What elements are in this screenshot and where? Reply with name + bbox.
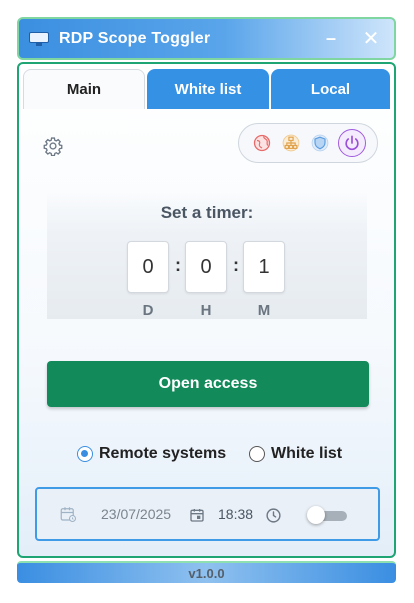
close-button[interactable]: ✕ [358,26,384,51]
radio-white-list[interactable]: White list [249,445,342,463]
monitor-icon [29,31,51,47]
radio-button[interactable] [249,446,265,462]
calendar-schedule-icon [60,507,77,523]
hours-unit-label: H [200,302,212,319]
window-title: RDP Scope Toggler [59,29,211,47]
days-unit-label: D [142,302,154,319]
timer-title: Set a timer: [160,203,254,222]
radio-label: White list [271,445,343,462]
minutes-input[interactable]: 1 [243,241,285,293]
radio-remote-systems[interactable]: Remote systems [77,445,226,463]
schedule-panel: 23/07/2025 18:38 [35,487,380,541]
timer-separator: : [233,255,239,275]
title-bar[interactable]: RDP Scope Toggler – ✕ [17,17,396,60]
scope-selector [238,123,378,163]
days-input[interactable]: 0 [127,241,169,293]
clock-icon[interactable] [265,507,282,524]
gear-icon[interactable] [43,136,63,156]
hours-input[interactable]: 0 [185,241,227,293]
minimize-button[interactable]: – [318,28,344,49]
power-icon [344,135,359,151]
tab-main[interactable]: Main [23,69,145,109]
tab-local[interactable]: Local [271,69,390,109]
scope-shield-button[interactable] [309,132,331,154]
main-panel: Main White list Local Set a timer: 0: 0… [17,62,396,558]
timer-panel: Set a timer: 0 : 0 : 1 D H M [47,189,367,319]
open-access-button[interactable]: Open access [47,361,369,407]
version-label: v1.0.0 [188,565,225,581]
schedule-date-value[interactable]: 23/07/2025 [101,506,171,522]
scope-internet-button[interactable] [251,132,273,154]
shield-icon [311,134,328,152]
radio-button[interactable] [77,446,93,462]
tab-white-list[interactable]: White list [147,69,269,109]
globe-icon [253,134,270,152]
status-bar: v1.0.0 [17,561,396,583]
schedule-time-value[interactable]: 18:38 [218,506,253,522]
radio-label: Remote systems [99,445,227,462]
tab-bar: Main White list Local [23,69,390,109]
minutes-unit-label: M [257,302,271,319]
scope-power-button[interactable] [337,129,366,157]
schedule-toggle[interactable] [307,506,349,524]
network-icon [282,134,299,152]
calendar-icon[interactable] [189,507,205,523]
scope-network-button[interactable] [280,132,302,154]
timer-separator: : [175,255,181,275]
